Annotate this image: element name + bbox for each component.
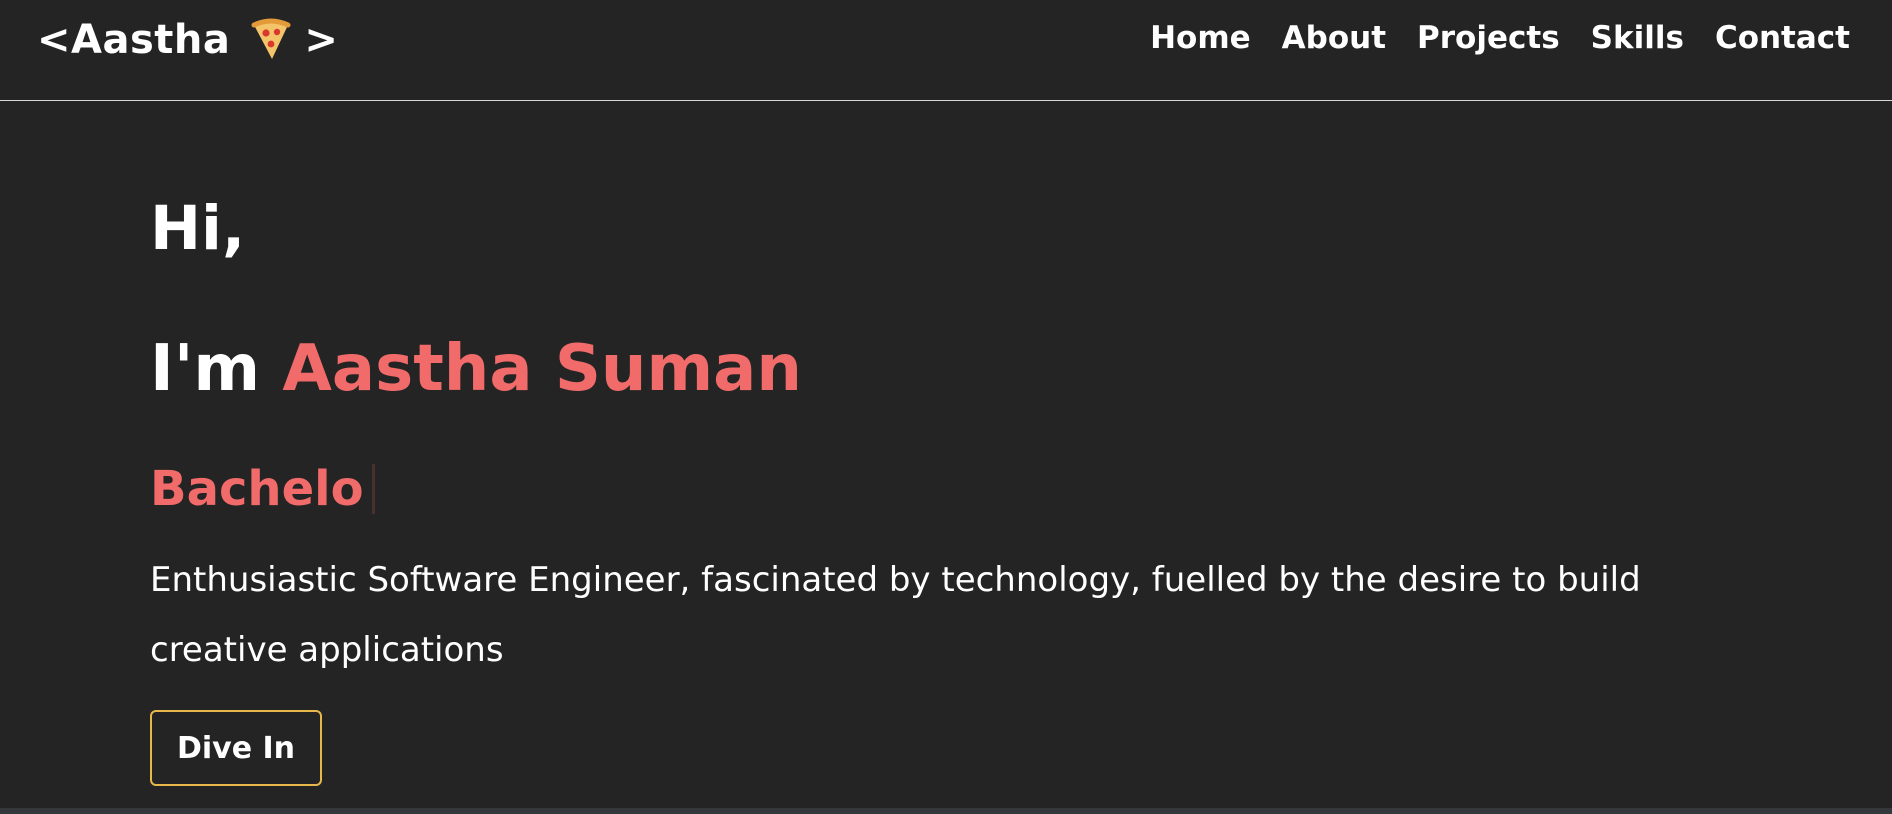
- pizza-icon: [248, 17, 294, 63]
- intro-prefix: I'm: [150, 332, 283, 406]
- dive-in-button[interactable]: Dive In: [150, 710, 322, 786]
- nav-home-link[interactable]: Home: [1150, 20, 1251, 56]
- typing-cursor: [371, 464, 375, 514]
- logo[interactable]: <Aastha >: [37, 17, 338, 63]
- bottom-strip: [0, 808, 1892, 814]
- hero-tagline: Enthusiastic Software Engineer, fascinat…: [150, 560, 1641, 670]
- typed-role-text: Bachelo: [150, 461, 364, 517]
- hero-name: Aastha Suman: [282, 332, 802, 406]
- logo-prefix: <Aastha: [37, 17, 231, 63]
- nav-about-link[interactable]: About: [1282, 20, 1386, 56]
- typed-role: Bachelo: [150, 464, 375, 514]
- nav-projects-link[interactable]: Projects: [1417, 20, 1560, 56]
- nav-skills-link[interactable]: Skills: [1591, 20, 1684, 56]
- nav-contact-link[interactable]: Contact: [1715, 20, 1850, 56]
- nav-menu: Home About Projects Skills Contact: [1150, 20, 1850, 56]
- greeting-heading: Hi,: [150, 193, 246, 264]
- logo-suffix: >: [304, 17, 339, 63]
- intro-heading: I'm Aastha Suman: [150, 337, 802, 401]
- navbar: <Aastha > Home About Projects Skills Con…: [0, 0, 1892, 101]
